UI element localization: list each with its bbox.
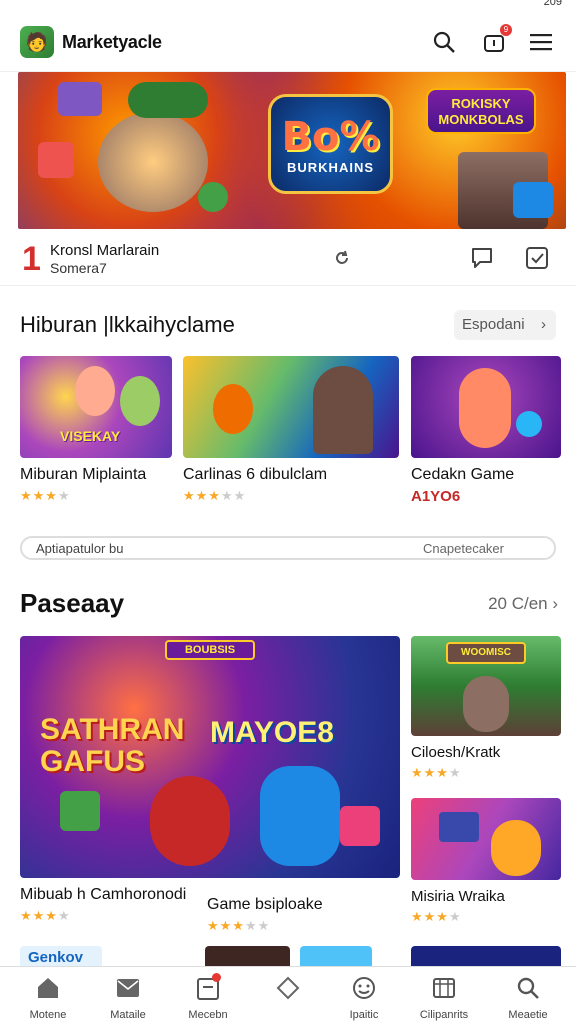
menu-icon[interactable]	[528, 28, 556, 56]
game-thumbnail: WOOMISC	[411, 636, 561, 736]
featured-banner[interactable]: Bo% BURKHAINS ROKISKY MONKBOLAS	[18, 72, 566, 229]
game-card[interactable]: Cedakn Game A1YO6	[411, 356, 561, 505]
see-all-link[interactable]: 20 C/en ›	[488, 594, 558, 614]
filter-left-text: Aptiapatulor bu	[36, 541, 124, 556]
section-title: Hiburan |lkkaihyclame	[20, 312, 235, 337]
search-icon[interactable]	[430, 28, 458, 56]
nav-mail[interactable]: Mataile	[90, 973, 166, 1021]
thumbnail-title: SATHRAN GAFUS	[40, 713, 185, 778]
status-text: 209	[543, 0, 562, 8]
notification-icon[interactable]: 9	[480, 24, 512, 56]
smile-icon	[326, 973, 402, 1003]
refresh-icon[interactable]	[328, 244, 356, 272]
star-rating: ★★★★★	[183, 488, 247, 503]
nav-home[interactable]: Motene	[10, 973, 86, 1021]
featured-title: Kronsl Marlarain	[50, 242, 160, 259]
nav-tag[interactable]	[250, 973, 326, 1009]
comment-icon[interactable]	[468, 244, 496, 272]
mail-icon	[90, 973, 166, 1003]
notification-badge: 9	[500, 24, 512, 36]
banner-game-logo: Bo% BURKHAINS	[268, 94, 393, 194]
section-title: Paseaay	[20, 588, 125, 618]
bottom-navigation: Motene Mataile Mecebn Ipaitic Cilipanrit…	[0, 966, 576, 1024]
thumbnail-sign: BOUBSIS	[165, 640, 255, 660]
featured-info-row: 1 Kronsl Marlarain Somera7	[0, 238, 576, 286]
game-card[interactable]: Misiria Wraika ★★★★	[411, 798, 561, 925]
game-name: Carlinas 6 dibulclam	[183, 466, 328, 483]
game-name: Ciloesh/Kratk	[411, 744, 501, 761]
nav-search[interactable]: Meaetie	[490, 973, 566, 1021]
nav-community[interactable]: Ipaitic	[326, 973, 402, 1021]
game-card[interactable]: Game bsiploake ★★★★★	[207, 888, 397, 934]
see-more-label: Espodani	[462, 316, 525, 333]
nav-badge	[212, 973, 221, 982]
tag-icon	[250, 973, 326, 1003]
game-card[interactable]: Carlinas 6 dibulclam ★★★★★	[183, 356, 399, 504]
game-thumbnail	[411, 356, 561, 458]
star-rating: ★★★★	[411, 765, 462, 780]
rank-number: 1	[22, 240, 41, 278]
game-thumbnail	[411, 798, 561, 880]
app-screen: 209 🧑 Marketyacle 9 Bo% BURKHAINS ROKISK…	[0, 0, 576, 1024]
app-header: 🧑 Marketyacle 9	[0, 12, 576, 72]
search-icon	[490, 973, 566, 1003]
nav-library[interactable]: Cilipanrits	[406, 973, 482, 1021]
game-name: Cedakn Game	[411, 466, 515, 483]
game-thumbnail: VISEKAY	[20, 356, 172, 458]
star-rating: ★★★★	[20, 488, 71, 503]
banner-sign: ROKISKY MONKBOLAS	[426, 88, 536, 134]
filter-bar[interactable]: Aptiapatulor bu Cnapetecaker	[20, 536, 556, 560]
thumbnail-sign: WOOMISC	[446, 642, 526, 664]
chevron-right-icon: ›	[541, 316, 546, 333]
nav-messages[interactable]: Mecebn	[170, 973, 246, 1021]
game-card[interactable]: WOOMISC Ciloesh/Kratk ★★★★	[411, 636, 561, 781]
see-more-button[interactable]: Espodani ›	[454, 310, 556, 340]
next-row-card[interactable]	[411, 946, 561, 968]
game-name: Game bsiploake	[207, 896, 323, 913]
next-row-card[interactable]: Genkov	[20, 946, 102, 968]
featured-game-card[interactable]: BOUBSIS SATHRAN GAFUS MAYOE8 Mibuab h Ca…	[20, 636, 400, 924]
app-title: Marketyacle	[62, 32, 162, 52]
home-icon	[10, 973, 86, 1003]
thumbnail-title-2: MAYOE8	[210, 716, 334, 749]
game-thumbnail: BOUBSIS SATHRAN GAFUS MAYOE8	[20, 636, 400, 878]
star-rating: ★★★★★	[207, 918, 271, 933]
inbox-icon	[170, 973, 246, 1003]
app-logo[interactable]: 🧑	[20, 26, 54, 58]
game-name: Miburan Miplainta	[20, 466, 147, 483]
next-row-card[interactable]	[300, 946, 372, 968]
status-bar: 209	[0, 0, 576, 12]
game-price: A1YO6	[411, 488, 461, 505]
filter-right-text: Cnapetecaker	[423, 541, 504, 556]
game-name: Misiria Wraika	[411, 888, 505, 905]
star-rating: ★★★★	[411, 909, 462, 924]
game-thumbnail	[183, 356, 399, 458]
box-icon	[406, 973, 482, 1003]
game-card[interactable]: VISEKAY Miburan Miplainta ★★★★	[20, 356, 172, 504]
check-box-icon[interactable]	[523, 244, 551, 272]
featured-subtitle: Somera7	[50, 260, 107, 276]
next-row-card[interactable]	[205, 946, 290, 968]
